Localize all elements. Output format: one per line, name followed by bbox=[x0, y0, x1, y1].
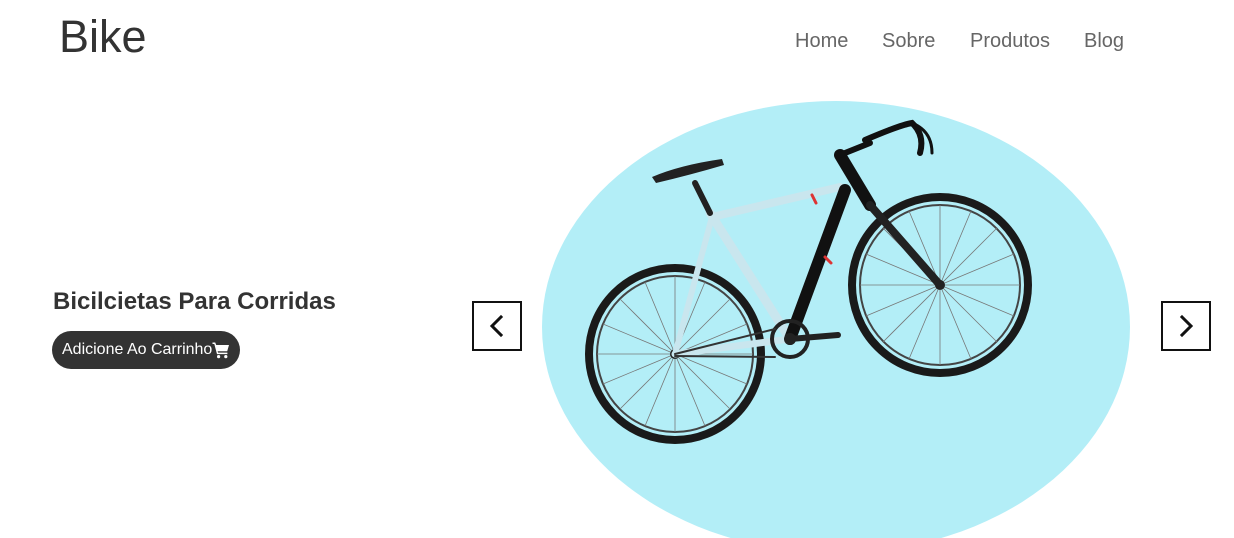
nav-link-sobre[interactable]: Sobre bbox=[882, 30, 935, 52]
chevron-right-icon bbox=[1179, 314, 1194, 338]
nav-link-produtos[interactable]: Produtos bbox=[970, 30, 1050, 52]
hero-bike-image bbox=[540, 95, 1140, 538]
chevron-left-icon bbox=[489, 314, 504, 338]
page: Bike Home Sobre Produtos Blog Bicilcieta… bbox=[0, 0, 1234, 538]
hero-circle-background bbox=[542, 101, 1130, 538]
hero-title: Bicilcietas Para Corridas bbox=[53, 288, 336, 315]
carousel-prev-button[interactable] bbox=[472, 301, 522, 351]
main-nav: Home Sobre Produtos Blog bbox=[0, 30, 1234, 54]
nav-link-home[interactable]: Home bbox=[795, 30, 848, 52]
add-to-cart-button[interactable]: Adicione Ao Carrinho bbox=[52, 331, 240, 369]
add-to-cart-label: Adicione Ao Carrinho bbox=[62, 341, 213, 358]
shopping-cart-icon bbox=[212, 341, 230, 359]
bicycle-illustration bbox=[542, 101, 1130, 538]
nav-link-blog[interactable]: Blog bbox=[1084, 30, 1124, 52]
carousel-next-button[interactable] bbox=[1161, 301, 1211, 351]
